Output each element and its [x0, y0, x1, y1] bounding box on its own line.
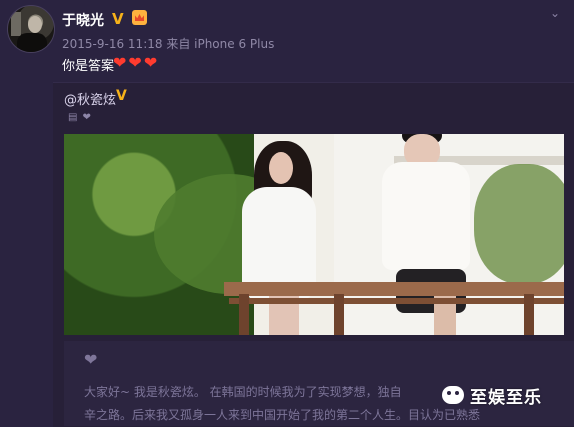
man-shirt	[382, 162, 470, 270]
avatar-face	[28, 16, 42, 33]
bench-leg	[239, 294, 249, 335]
author-name[interactable]: 于晓光	[62, 10, 104, 30]
watermark: 至娱至乐	[442, 382, 574, 408]
repost-icons: ▤ ❤	[68, 112, 91, 123]
post-photo[interactable]	[64, 134, 564, 335]
heart-icon: ❤	[113, 53, 127, 72]
document-icon: ▤	[68, 112, 78, 123]
bench-seat	[224, 282, 564, 296]
author-avatar[interactable]	[7, 5, 55, 53]
watermark-text: 至娱至乐	[470, 387, 542, 408]
caption-line: 辛之路。后来我又孤身一人来到中国开始了我的第二个人生。目认为已熟悉	[84, 408, 481, 422]
bench-rail	[229, 298, 564, 304]
post-message: 你是答案	[62, 59, 115, 74]
verified-badge-icon: V	[112, 10, 124, 28]
avatar-sign	[11, 12, 21, 36]
bench-leg	[524, 294, 534, 335]
woman-face	[269, 152, 293, 184]
avatar-body	[17, 33, 47, 52]
photo-foliage-right	[474, 164, 564, 284]
wechat-icon	[442, 386, 464, 404]
caption-line: 大家好~ 我是秋瓷炫。 在韩国的时候我为了实现梦想，独自	[84, 385, 402, 399]
message-hearts: ❤ ❤ ❤	[113, 54, 157, 72]
repost-verified-badge-icon: V	[116, 88, 127, 104]
vip-crown-icon	[132, 10, 147, 25]
post-meta: 2015-9-16 11:18 来自 iPhone 6 Plus	[62, 37, 275, 51]
repost-author[interactable]: @秋瓷炫	[64, 89, 116, 108]
more-options-icon[interactable]: ⌄	[550, 6, 561, 20]
bench-leg	[334, 294, 344, 335]
heart-icon: ❤	[82, 112, 91, 123]
heart-icon: ❤	[143, 53, 158, 72]
caption-heart-icon: ❤	[84, 350, 98, 369]
heart-icon: ❤	[128, 53, 142, 72]
